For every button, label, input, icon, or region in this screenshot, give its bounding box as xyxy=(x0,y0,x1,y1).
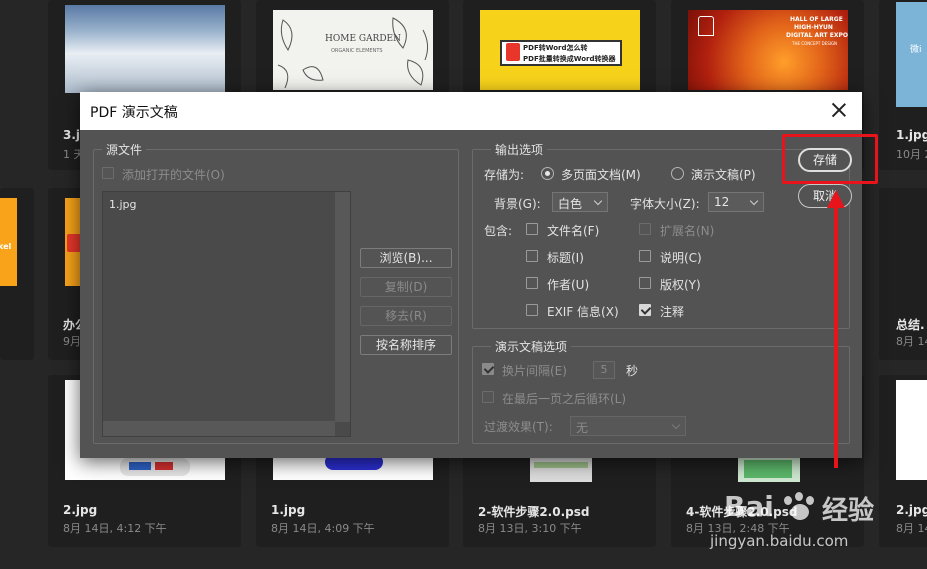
file-date: 8月 14日, 4:12 下午 xyxy=(63,522,167,535)
paw-icon xyxy=(782,492,816,524)
close-icon[interactable] xyxy=(828,99,850,121)
file-name: 1.jpg xyxy=(896,128,927,142)
source-files-legend: 源文件 xyxy=(102,141,147,158)
copyright-label: 版权(Y) xyxy=(660,278,701,292)
thumb-expo-line4: THE CONCEPT DESIGN xyxy=(792,41,838,46)
multi-page-radio[interactable] xyxy=(541,167,554,180)
background-value: 白色 xyxy=(558,197,583,211)
advance-checkbox[interactable] xyxy=(482,363,494,375)
transition-label: 过渡效果(T): xyxy=(484,420,553,434)
file-date: 10月 2 xyxy=(896,148,927,161)
file-name: 1.jpg xyxy=(271,503,306,517)
loop-label: 在最后一页之后循环(L) xyxy=(502,392,627,406)
loop-checkbox[interactable] xyxy=(482,391,494,403)
transition-select[interactable]: 无 xyxy=(570,416,686,436)
chevron-down-icon xyxy=(671,420,681,430)
thumb-garden-sub: ORGANIC ELEMENTS xyxy=(331,48,383,54)
file-name: 2.jpg xyxy=(63,503,98,517)
transition-value: 无 xyxy=(576,421,589,435)
list-item[interactable]: 1.jpg xyxy=(109,198,137,211)
notes-checkbox[interactable] xyxy=(639,304,651,316)
save-highlight-box xyxy=(782,134,878,184)
file-thumbnail: HOME GARDEN ORGANIC ELEMENTS xyxy=(273,10,433,90)
file-card[interactable]: kel xyxy=(0,188,34,360)
notes-label: 注释 xyxy=(660,305,685,319)
filename-label: 文件名(F) xyxy=(547,224,600,238)
extension-label: 扩展名(N) xyxy=(660,224,715,238)
advance-label: 换片间隔(E) xyxy=(502,364,567,378)
description-checkbox[interactable] xyxy=(639,250,651,262)
thumb-yellow-line2: PDF批量转换成Word转换器 xyxy=(523,55,616,63)
pdf-presentation-dialog: PDF 演示文稿 源文件 添加打开的文件(O) 1.jpg 浏览(B)... 复… xyxy=(80,92,862,458)
file-card[interactable]: 总结. 8月 14 xyxy=(879,188,927,360)
seconds-label: 秒 xyxy=(626,364,639,378)
browse-button[interactable]: 浏览(B)... xyxy=(360,248,452,268)
vertical-scrollbar[interactable] xyxy=(335,192,350,422)
file-name: 总结. xyxy=(896,318,925,332)
watermark-brand2: 经验 xyxy=(822,496,875,526)
annotation-arrow-line xyxy=(834,206,838,468)
filename-checkbox[interactable] xyxy=(526,223,538,235)
description-label: 说明(C) xyxy=(660,251,702,265)
author-checkbox[interactable] xyxy=(526,277,538,289)
copyright-checkbox[interactable] xyxy=(639,277,651,289)
thumb-garden-title: HOME GARDEN xyxy=(325,34,401,44)
presentation-options-legend: 演示文稿选项 xyxy=(491,338,572,355)
exif-label: EXIF 信息(X) xyxy=(547,305,619,319)
presentation-label: 演示文稿(P) xyxy=(691,168,756,182)
file-thumbnail: HALL OF LARGE HIGH-HYUN DIGITAL ART EXPO… xyxy=(688,10,848,90)
thumb-right-top: 微i xyxy=(910,45,922,55)
file-thumbnail xyxy=(530,458,592,482)
font-size-value: 12 xyxy=(714,195,730,209)
watermark-url: jingyan.baidu.com xyxy=(710,532,849,550)
title-checkbox[interactable] xyxy=(526,250,538,262)
advance-seconds-input[interactable]: 5 xyxy=(593,361,615,379)
presentation-radio[interactable] xyxy=(671,167,684,180)
duplicate-button[interactable]: 复制(D) xyxy=(360,277,452,297)
thumb-expo-line1: HALL OF LARGE xyxy=(790,16,843,23)
author-label: 作者(U) xyxy=(547,278,590,292)
title-label: 标题(I) xyxy=(547,251,584,265)
chevron-down-icon xyxy=(593,196,603,206)
sort-by-name-button[interactable]: 按名称排序 xyxy=(360,335,452,355)
include-label: 包含: xyxy=(484,224,513,238)
file-thumbnail xyxy=(65,5,225,93)
thumb-yellow-line1: PDF转Word怎么转 xyxy=(523,44,588,52)
file-thumbnail: PDF转Word怎么转 PDF批量转换成Word转换器 xyxy=(480,10,640,90)
background-label: 背景(G): xyxy=(494,197,541,211)
font-size-select[interactable]: 12 xyxy=(708,192,764,212)
background-select[interactable]: 白色 xyxy=(552,192,608,212)
file-date: 8月 14日, 4:09 下午 xyxy=(271,522,375,535)
add-open-files-checkbox[interactable] xyxy=(102,167,114,179)
file-name: 2-软件步骤2.0.psd xyxy=(478,505,590,519)
output-options-legend: 输出选项 xyxy=(491,141,548,158)
remove-button[interactable]: 移去(R) xyxy=(360,306,452,326)
thumb-expo-line3: DIGITAL ART EXPO xyxy=(786,32,848,39)
font-size-label: 字体大小(Z): xyxy=(630,197,700,211)
dialog-titlebar: PDF 演示文稿 xyxy=(80,92,862,130)
horizontal-scrollbar[interactable] xyxy=(103,421,335,436)
file-thumbnail xyxy=(896,380,927,480)
exif-checkbox[interactable] xyxy=(526,304,538,316)
file-date: 9月 xyxy=(63,335,81,348)
file-card[interactable]: 微i 1.jpg 10月 2 xyxy=(879,0,927,170)
file-thumbnail: kel xyxy=(0,198,17,286)
extension-checkbox[interactable] xyxy=(639,223,651,235)
baidu-watermark: Bai 经验 jingyan.baidu.com xyxy=(700,490,922,560)
file-thumbnail xyxy=(738,458,800,482)
dialog-title: PDF 演示文稿 xyxy=(90,105,178,121)
thumb-left-mid: kel xyxy=(0,242,12,251)
thumb-expo-line2: HIGH-HYUN xyxy=(794,24,833,31)
source-file-list[interactable]: 1.jpg xyxy=(102,191,351,437)
file-date: 8月 14 xyxy=(896,335,927,348)
save-as-label: 存储为: xyxy=(484,168,525,182)
chevron-down-icon xyxy=(749,196,759,206)
watermark-brand: Bai xyxy=(724,490,774,523)
file-date: 8月 13日, 3:10 下午 xyxy=(478,522,582,535)
add-open-files-label: 添加打开的文件(O) xyxy=(122,168,225,182)
multi-page-label: 多页面文档(M) xyxy=(561,168,641,182)
file-thumbnail: 微i xyxy=(896,2,927,107)
